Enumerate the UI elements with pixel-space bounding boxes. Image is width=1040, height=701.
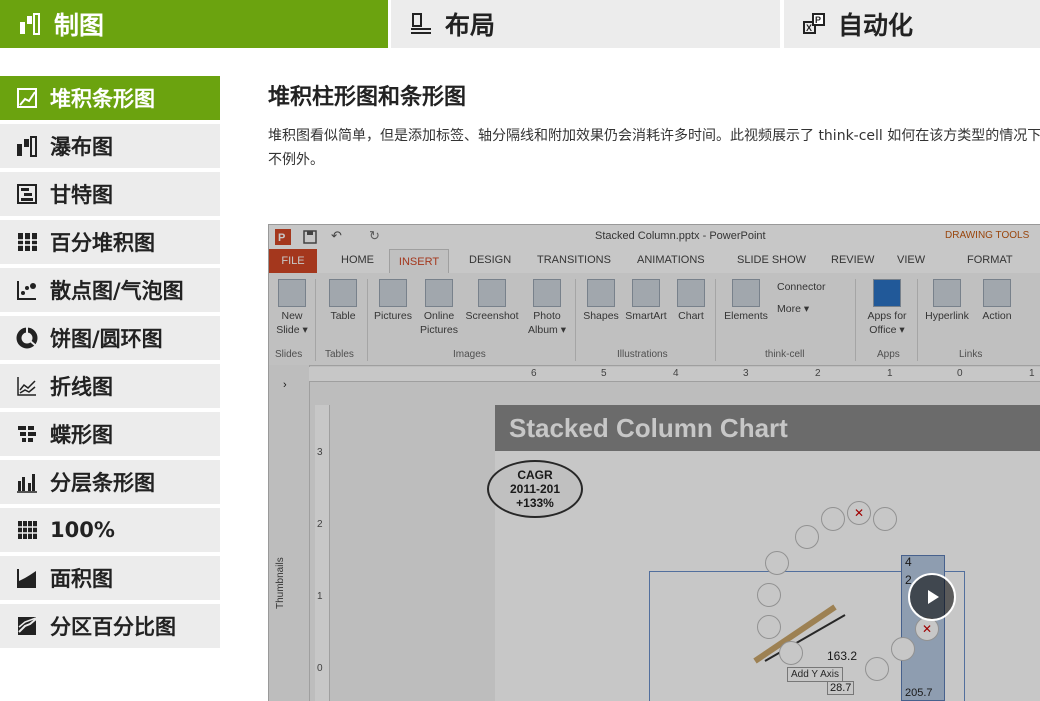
tab-charting-label: 制图 <box>54 11 105 40</box>
sidebar-item-label: 甘特图 <box>50 183 113 207</box>
svg-text:P: P <box>815 15 821 25</box>
sidebar-item-butterfly[interactable]: 蝶形图 <box>0 412 220 456</box>
video-dim-overlay <box>269 225 1040 701</box>
pie-icon <box>16 327 38 349</box>
sidebar-item-label: 分层条形图 <box>50 471 155 495</box>
sidebar-item-label: 面积图 <box>50 567 113 591</box>
butterfly-icon <box>16 423 38 445</box>
sidebar-item-label: 折线图 <box>50 375 113 399</box>
sidebar-item-label: 百分堆积图 <box>50 231 155 255</box>
waterfall-icon <box>16 135 38 157</box>
play-icon <box>928 590 939 604</box>
clustered-bar-icon <box>16 471 38 493</box>
video-player[interactable]: P ↶ ↻ Stacked Column.pptx - PowerPoint D… <box>268 224 1040 701</box>
layout-icon <box>407 10 435 38</box>
description-text: 堆积图看似简单，但是添加标签、轴分隔线和附加效果仍会消耗许多时间。此视频展示了 … <box>268 128 1040 168</box>
sidebar-item-label: 蝶形图 <box>50 423 113 447</box>
sidebar-item-pie[interactable]: 饼图/圆环图 <box>0 316 220 360</box>
sidebar-item-area[interactable]: 面积图 <box>0 556 220 600</box>
scatter-icon <box>16 279 38 301</box>
svg-text:X: X <box>806 23 812 33</box>
sidebar-item-label: 散点图/气泡图 <box>50 279 184 303</box>
area-chart-icon <box>16 567 38 589</box>
sidebar-item-mekko[interactable]: 分区百分比图 <box>0 604 220 648</box>
tab-layout[interactable]: 布局 <box>391 0 780 48</box>
waterfall-chart-icon <box>16 10 44 38</box>
hundred-percent-icon <box>16 519 38 541</box>
play-button[interactable] <box>908 573 956 621</box>
sidebar-item-waterfall[interactable]: 瀑布图 <box>0 124 220 168</box>
sidebar-item-percent-stacked[interactable]: 百分堆积图 <box>0 220 220 264</box>
mekko-icon <box>16 615 38 637</box>
tab-charting[interactable]: 制图 <box>0 0 388 48</box>
page-title: 堆积柱形图和条形图 <box>268 85 467 110</box>
sidebar-item-stacked-bar[interactable]: 堆积条形图 <box>0 76 220 120</box>
tab-automation[interactable]: XP 自动化 <box>784 0 1040 48</box>
sidebar-item-gantt[interactable]: 甘特图 <box>0 172 220 216</box>
sidebar-item-line[interactable]: 折线图 <box>0 364 220 408</box>
sidebar-item-hundred-percent[interactable]: 100% <box>0 508 220 552</box>
gantt-icon <box>16 183 38 205</box>
sidebar-item-label: 分区百分比图 <box>50 615 176 639</box>
sidebar-item-clustered-bar[interactable]: 分层条形图 <box>0 460 220 504</box>
tab-automation-label: 自动化 <box>838 11 914 40</box>
chart-type-sidebar: 堆积条形图 瀑布图 甘特图 百分堆积图 散点图/气泡图 饼图/圆环图 折线图 蝶… <box>0 76 220 652</box>
sidebar-item-label: 饼图/圆环图 <box>50 327 163 351</box>
tab-layout-label: 布局 <box>445 11 496 40</box>
stacked-bar-icon <box>16 87 38 109</box>
percent-stacked-icon <box>16 231 38 253</box>
line-chart-icon <box>16 375 38 397</box>
sidebar-item-label: 100% <box>50 518 115 542</box>
sidebar-item-scatter[interactable]: 散点图/气泡图 <box>0 268 220 312</box>
top-tab-bar: 制图 布局 XP 自动化 <box>0 0 1040 48</box>
sidebar-item-label: 瀑布图 <box>50 135 113 159</box>
excel-powerpoint-icon: XP <box>800 10 828 38</box>
main-content: 堆积柱形图和条形图 堆积图看似简单，但是添加标签、轴分隔线和附加效果仍会消耗许多… <box>268 80 1040 172</box>
sidebar-item-label: 堆积条形图 <box>50 87 155 111</box>
